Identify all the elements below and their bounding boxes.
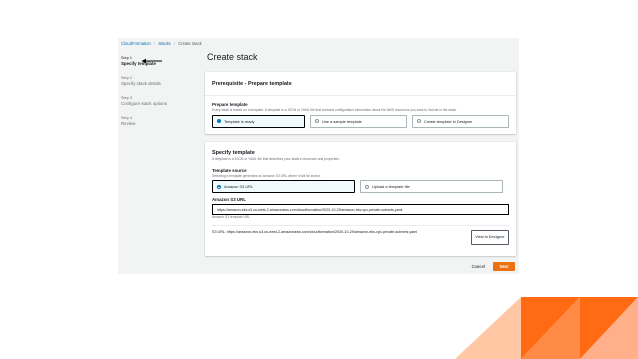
step-4: Step 4 Review [121,116,193,127]
option-sample-template[interactable]: Use a sample template [310,114,408,128]
option-label: Create template in Designer [424,118,473,124]
breadcrumb: CloudFormation › Stacks › Create stack [121,41,202,46]
prerequisite-panel: Prerequisite - Prepare template Prepare … [205,72,516,134]
option-label: Upload a template file [372,184,410,189]
field-description: Every stack is based on a template. A te… [212,108,458,112]
field-description: Selecting a template generates an Amazon… [212,173,321,178]
prepare-template-options: Template is ready Use a sample template … [212,114,509,128]
breadcrumb-stacks[interactable]: Stacks [158,41,171,46]
peach-triangle [455,297,521,359]
radio-icon [417,119,422,123]
option-create-in-designer[interactable]: Create template in Designer [412,114,509,128]
radio-icon [315,119,320,123]
page-title: Create stack [207,52,258,62]
cancel-button[interactable]: Cancel [472,264,485,269]
option-label: Amazon S3 URL [224,184,253,189]
radio-icon [365,184,369,189]
option-template-ready[interactable]: Template is ready [212,114,306,128]
field-label: Amazon S3 URL [212,197,246,202]
s3-url-input[interactable]: https://amazon-eks.s3.us-west-2.amazonaw… [212,204,509,215]
view-in-designer-button[interactable]: View in Designer [471,230,509,246]
step-title: Review [121,121,136,126]
next-button[interactable]: Next [493,262,515,271]
s3-url-text: S3 URL: https://amazon-eks.s3.us-west-2.… [212,230,418,235]
orange-triangle-bottom [521,297,580,359]
step-3: Step 3 Configure stack options [121,96,193,107]
step-2: Step 2 Specify stack details [121,76,193,87]
orange-triangle-right [580,297,638,359]
wizard-footer: Cancel Next [472,262,515,271]
field-hint: Amazon S3 template URL [212,215,251,219]
breadcrumb-separator: › [173,41,176,46]
breadcrumb-separator: › [153,41,156,46]
divider [212,224,509,226]
panel-header: Specify template [212,150,255,156]
template-source-options: Amazon S3 URL Upload a template file [212,180,509,193]
breadcrumb-current: Create stack [178,41,202,46]
option-label: Template is ready [224,118,255,124]
peach-triangle-right [580,297,638,359]
option-amazon-s3-url[interactable]: Amazon S3 URL [212,180,355,193]
wizard-steps: Step 1 Specify template Step 2 Specify s… [121,56,193,136]
step-title: Specify stack details [121,81,161,86]
breadcrumb-cloudformation[interactable]: CloudFormation [121,41,151,46]
arrow-left-icon [141,58,162,64]
radio-selected-icon [217,184,221,189]
radio-selected-icon [217,119,221,123]
step-title: Configure stack options [121,101,167,106]
option-upload-template-file[interactable]: Upload a template file [360,180,503,193]
panel-header: Prerequisite - Prepare template [205,72,516,96]
option-label: Use a sample template [322,118,362,124]
cloudformation-console: CloudFormation › Stacks › Create stack Step … [118,38,519,274]
orange-triangle-left [521,297,580,359]
specify-template-panel: Specify template A template is a JSON or… [205,142,516,256]
